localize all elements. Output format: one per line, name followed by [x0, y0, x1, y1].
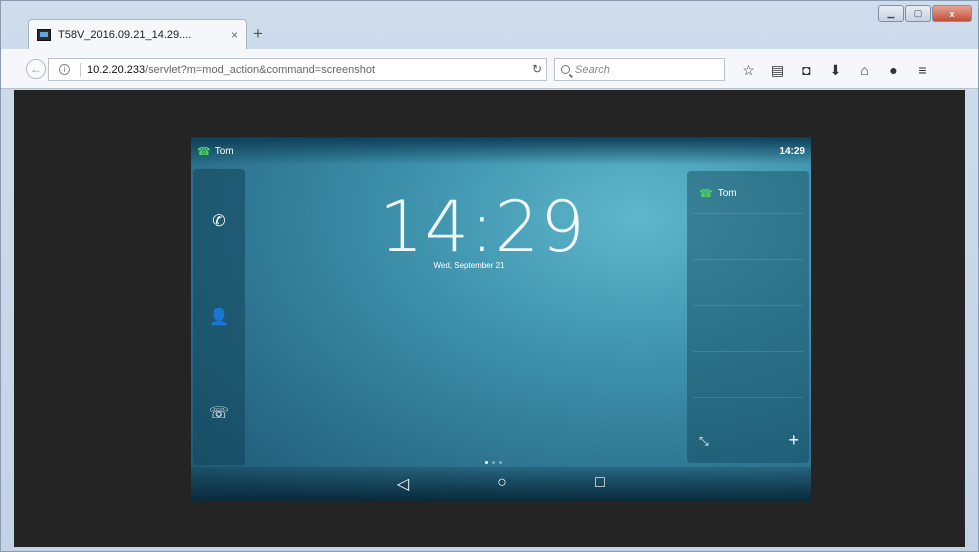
url-host: 10.2.20.233 — [87, 63, 146, 76]
divider — [693, 351, 803, 352]
dsskey-label: Tom — [717, 188, 737, 199]
new-tab-button[interactable]: + — [253, 25, 263, 42]
star-icon[interactable]: ☆ — [734, 60, 763, 80]
lockscreen-date: Wed, September 21 — [433, 261, 505, 270]
search-icon — [561, 65, 570, 74]
url-bar[interactable]: i 10.2.20.233 /servlet?m=mod_action&comm… — [48, 58, 547, 81]
clipboard-icon[interactable]: ▤ — [763, 60, 792, 80]
back-button[interactable]: ← — [26, 59, 46, 79]
home-icon[interactable]: ⌂ — [850, 60, 879, 80]
menu-icon[interactable]: ≡ — [908, 60, 937, 80]
browser-tab[interactable]: T58V_2016.09.21_14.29.... × — [28, 19, 247, 49]
recents-icon[interactable]: □ — [589, 474, 611, 492]
home-icon[interactable]: ○ — [491, 474, 513, 492]
phone-status-bar: ☎ Tom 14:29 — [191, 137, 811, 165]
download-icon[interactable]: ⬇ — [821, 60, 850, 80]
divider — [693, 305, 803, 306]
pocket-icon[interactable]: ◘ — [792, 60, 821, 80]
add-icon[interactable]: + — [788, 430, 799, 451]
status-account: ☎ Tom — [197, 145, 234, 158]
expand-icon[interactable]: ⤡ — [699, 434, 709, 449]
status-contact: Tom — [214, 145, 234, 157]
url-separator — [80, 62, 81, 77]
navigation-bar: ← i 10.2.20.233 /servlet?m=mod_action&co… — [1, 49, 978, 89]
page-content: ☎ Tom 14:29 ✆ 👤 ☏ 14:29 Wed, September 2… — [14, 90, 965, 547]
chat-icon[interactable]: ● — [879, 60, 908, 80]
close-window-button[interactable]: x — [932, 5, 972, 22]
left-dock: ✆ 👤 ☏ — [193, 169, 245, 465]
title-bar: T58V_2016.09.21_14.29.... × + ▁ ▢ x — [1, 1, 978, 49]
call-history-icon[interactable]: ☏ — [193, 401, 245, 425]
minimize-button[interactable]: ▁ — [878, 5, 904, 22]
dsskey-contact[interactable]: ☎ Tom — [699, 187, 737, 200]
toolbar: ☆ ▤ ◘ ⬇ ⌂ ● ≡ — [734, 60, 937, 80]
back-icon[interactable]: ◁ — [392, 474, 414, 494]
lockscreen-clock: 14:29 — [379, 186, 586, 268]
page-dot — [492, 461, 495, 464]
tab-close-button[interactable]: × — [231, 28, 238, 42]
search-input[interactable]: Search — [554, 58, 725, 81]
contacts-icon[interactable]: 👤 — [193, 305, 245, 329]
tab-favicon-icon — [37, 28, 51, 41]
phone-icon[interactable]: ✆ — [193, 209, 245, 233]
url-path: /servlet?m=mod_action&command=screenshot — [145, 63, 376, 76]
tab-title: T58V_2016.09.21_14.29.... — [58, 28, 192, 41]
line-phone-icon: ☎ — [699, 188, 713, 200]
info-icon[interactable]: i — [59, 64, 70, 75]
right-dsskey-panel: ☎ Tom ⤡ + — [687, 171, 809, 463]
divider — [693, 259, 803, 260]
phone-nav-bar: ◁ ○ □ — [191, 467, 811, 501]
window-controls: ▁ ▢ x — [878, 5, 972, 22]
search-placeholder: Search — [575, 63, 610, 76]
account-phone-icon: ☎ — [197, 145, 211, 158]
page-indicator — [485, 461, 502, 464]
divider — [693, 213, 803, 214]
divider — [693, 397, 803, 398]
phone-screenshot: ☎ Tom 14:29 ✆ 👤 ☏ 14:29 Wed, September 2… — [191, 137, 811, 501]
browser-window: T58V_2016.09.21_14.29.... × + ▁ ▢ x ← i … — [0, 0, 979, 552]
page-dot — [499, 461, 502, 464]
maximize-button[interactable]: ▢ — [905, 5, 931, 22]
page-dot — [485, 461, 488, 464]
reload-icon[interactable]: ↻ — [532, 62, 542, 76]
status-time: 14:29 — [779, 145, 805, 157]
